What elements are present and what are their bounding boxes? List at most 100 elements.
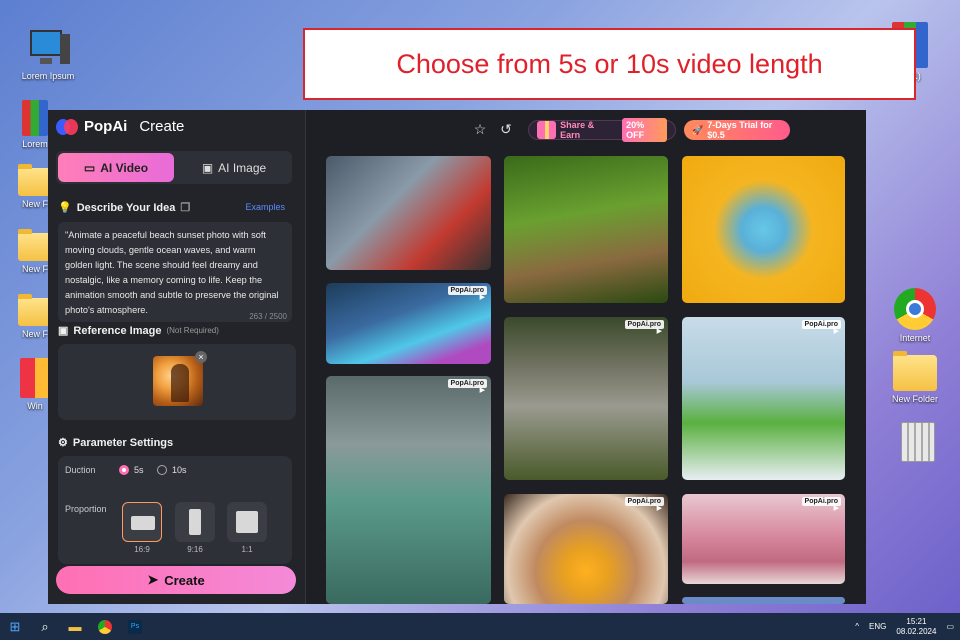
- desktop-icon-label: Internet: [899, 333, 931, 343]
- gallery-tile[interactable]: [326, 156, 491, 270]
- popai-logo-icon: [56, 118, 78, 135]
- radio-label: 10s: [172, 465, 187, 475]
- desktop-icon-label: Lorem Ipsum: [21, 71, 75, 81]
- tab-ai-video[interactable]: ▭ AI Video: [58, 153, 174, 182]
- annotation-callout: Choose from 5s or 10s video length: [303, 28, 916, 100]
- tab-ai-image[interactable]: ▣ AI Image: [176, 151, 292, 184]
- sliders-icon: ⚙: [58, 437, 68, 449]
- trial-label: 7-Days Trial for $0.5: [707, 120, 773, 140]
- app-logo[interactable]: PopAi Create: [56, 118, 184, 135]
- gallery-tile[interactable]: PopAi.pro ▶: [326, 376, 491, 604]
- gallery-tile[interactable]: [682, 597, 845, 604]
- mode-tabs: ▭ AI Video ▣ AI Image: [56, 151, 292, 184]
- computer-icon: [28, 28, 70, 68]
- create-button[interactable]: ➤ Create: [56, 566, 296, 594]
- idea-textarea[interactable]: "Animate a peaceful beach sunset photo w…: [58, 222, 292, 322]
- duration-label: Duction: [65, 465, 96, 475]
- gallery-tile[interactable]: PopAi.pro ▶: [504, 494, 668, 604]
- search-icon[interactable]: ⌕: [30, 613, 60, 640]
- clock-date: 08.02.2024: [896, 626, 937, 636]
- square-shape: [236, 511, 258, 533]
- history-icon[interactable]: ↺: [498, 121, 514, 137]
- gallery-tile[interactable]: PopAi.pro ▶: [504, 317, 668, 480]
- rocket-icon: 🚀: [692, 124, 704, 135]
- desktop-icon-label: New F: [21, 264, 48, 274]
- folder-icon: [18, 294, 52, 326]
- reference-upload-area[interactable]: ×: [58, 344, 296, 420]
- gallery-tile[interactable]: PopAi.pro ▶: [682, 317, 845, 480]
- play-icon: ▶: [479, 387, 485, 394]
- proportion-label-16-9: 16:9: [134, 545, 150, 554]
- windows-taskbar: ⊞ ⌕ ▬ Ps ^ ENG 15:21 08.02.2024 ▭: [0, 613, 960, 640]
- chrome-icon: [98, 619, 112, 634]
- brand-name: PopAi: [84, 118, 128, 135]
- share-earn-button[interactable]: Share & Earn 20% OFF: [528, 118, 676, 142]
- desktop-icon-computer[interactable]: Lorem Ipsum: [18, 28, 78, 81]
- tab-label: AI Image: [218, 160, 267, 175]
- char-counter: 263 / 2500: [249, 312, 287, 321]
- play-icon: ▶: [833, 505, 839, 512]
- photoshop-icon[interactable]: Ps: [120, 613, 150, 640]
- chrome-taskbar-icon[interactable]: [90, 613, 120, 640]
- examples-link[interactable]: Examples: [245, 202, 285, 212]
- portrait-shape: [189, 509, 201, 535]
- share-label: Share & Earn: [560, 120, 595, 140]
- tab-label: AI Video: [100, 160, 149, 175]
- notification-icon[interactable]: ▭: [946, 622, 954, 631]
- lightbulb-icon: 💡: [58, 202, 72, 214]
- video-icon: ▭: [83, 160, 96, 175]
- gallery-tile[interactable]: [682, 156, 845, 303]
- proportion-label: Proportion: [65, 504, 107, 514]
- windows-start-icon[interactable]: ⊞: [0, 613, 30, 640]
- folder-icon: [18, 164, 52, 196]
- remove-reference-button[interactable]: ×: [195, 351, 207, 363]
- callout-text: Choose from 5s or 10s video length: [396, 48, 823, 79]
- image-icon: ▣: [58, 325, 69, 337]
- landscape-shape: [131, 516, 155, 530]
- star-icon[interactable]: ☆: [472, 121, 488, 137]
- params-title: Parameter Settings: [72, 436, 174, 449]
- idea-title: Describe Your Idea: [76, 201, 176, 214]
- params-section-title: ⚙ Parameter Settings: [58, 436, 174, 450]
- desktop-icon-internet[interactable]: Internet: [885, 288, 945, 343]
- file-explorer-icon[interactable]: ▬: [60, 613, 90, 640]
- play-icon: ▶: [833, 328, 839, 335]
- play-icon: ▶: [479, 294, 485, 301]
- radio-dot: [157, 465, 167, 475]
- image-icon: ▣: [201, 160, 214, 175]
- desktop-icon-label: New F: [21, 199, 48, 209]
- proportion-label-1-1: 1:1: [241, 545, 253, 554]
- clock[interactable]: 15:21 08.02.2024: [896, 617, 936, 637]
- chevron-up-icon[interactable]: ^: [855, 622, 859, 631]
- folder-icon: [18, 229, 52, 261]
- copy-icon[interactable]: ❐: [180, 201, 190, 214]
- radio-dot: [119, 465, 129, 475]
- language-indicator[interactable]: ENG: [869, 622, 886, 631]
- ps-glyph: Ps: [128, 619, 142, 634]
- archive-icon: [22, 100, 48, 136]
- system-tray: ^ ENG 15:21 08.02.2024 ▭: [855, 613, 954, 640]
- discount-badge: 20% OFF: [622, 118, 667, 142]
- popai-app-window: PopAi Create ▭ AI Video ▣ AI Image 💡 Des…: [48, 110, 866, 604]
- apps-icon: [20, 358, 50, 398]
- trial-button[interactable]: 🚀 7-Days Trial for $0.5: [684, 120, 790, 140]
- desktop-icon-label: Lorem: [22, 139, 48, 149]
- play-icon: ▶: [656, 505, 662, 512]
- duration-5s-radio[interactable]: 5s: [119, 465, 144, 475]
- gallery-tile[interactable]: [504, 156, 668, 303]
- reference-thumbnail: [153, 356, 203, 406]
- proportion-1-1-option[interactable]: [227, 502, 267, 542]
- create-label: Create: [164, 572, 205, 588]
- gallery-tile[interactable]: PopAi.pro ▶: [326, 283, 491, 364]
- desktop-icon-label: New Folder: [891, 394, 938, 404]
- send-icon: ➤: [147, 572, 159, 587]
- proportion-9-16-option[interactable]: [175, 502, 215, 542]
- desktop-icon-new-folder[interactable]: New Folder: [885, 351, 945, 404]
- proportion-label-9-16: 9:16: [187, 545, 203, 554]
- gallery-tile[interactable]: PopAi.pro ▶: [682, 494, 845, 584]
- duration-10s-radio[interactable]: 10s: [157, 465, 187, 475]
- radio-label: 5s: [134, 465, 144, 475]
- reference-section-title: ▣ Reference Image (Not Required): [58, 324, 219, 338]
- desktop-icon-recycle-bin[interactable]: [888, 422, 948, 465]
- proportion-16-9-option[interactable]: [122, 502, 162, 542]
